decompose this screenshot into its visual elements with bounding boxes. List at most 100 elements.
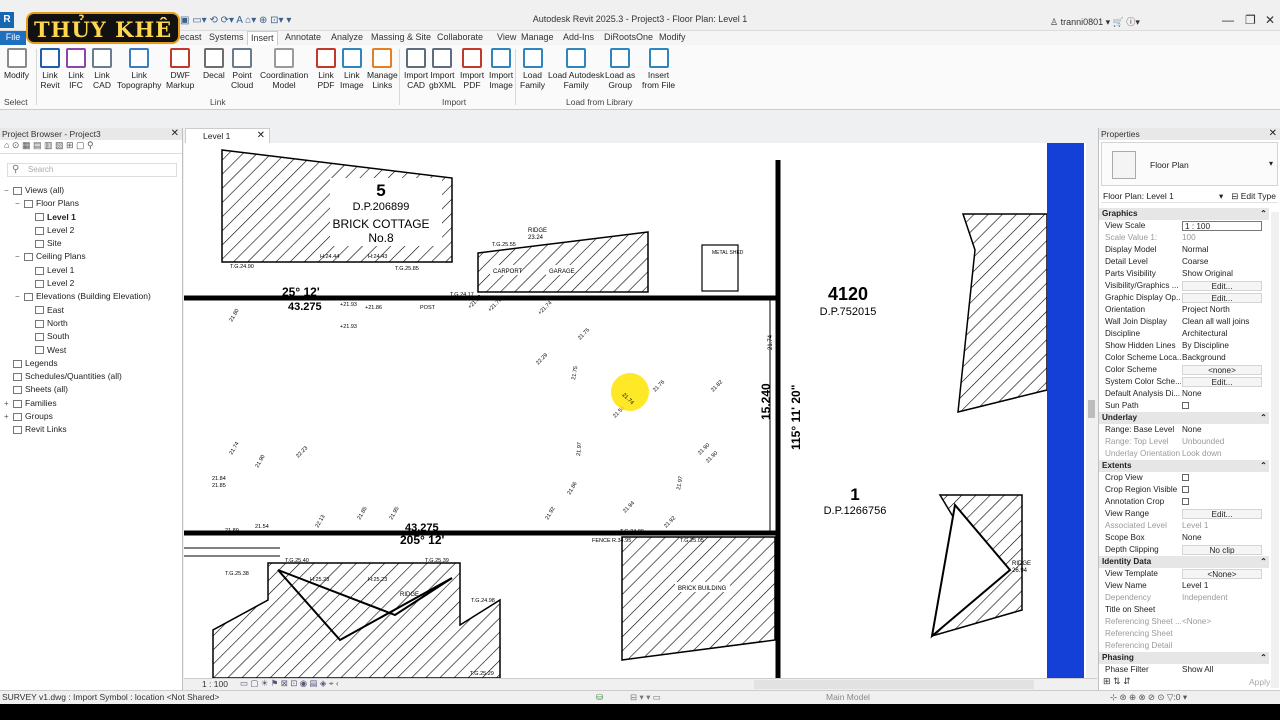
load-autodesk-family-button[interactable]: Load Autodesk Family — [548, 48, 604, 90]
drawing-canvas[interactable]: 5 D.P.206899 BRICK COTTAGE No.8 RIDGE 23… — [184, 143, 1097, 678]
browser-search-input[interactable]: Search — [7, 163, 177, 177]
workset-icon[interactable]: ⛁ — [596, 691, 603, 704]
prop-value[interactable]: 1 : 100 — [1182, 221, 1262, 231]
checkbox[interactable] — [1182, 486, 1189, 493]
prop-button[interactable]: <None> — [1182, 569, 1262, 579]
collapse-icon[interactable]: ⌃ — [1260, 412, 1267, 424]
prop-value[interactable]: Coarse — [1182, 256, 1262, 268]
tree-item-level-2[interactable]: Level 2 — [0, 224, 182, 237]
decal-button[interactable]: Decal — [203, 48, 225, 80]
collapse-icon[interactable]: ⌃ — [1260, 208, 1267, 220]
link-pdf-button[interactable]: Link PDF — [316, 48, 336, 90]
horizontal-scrollbar[interactable] — [754, 680, 1034, 689]
collapse-icon[interactable]: − — [4, 184, 13, 197]
tree-item-elevations-building-elevation-[interactable]: − Elevations (Building Elevation) — [0, 290, 182, 303]
prop-value[interactable]: Show All — [1182, 664, 1262, 676]
tab-analyze[interactable]: Analyze — [328, 31, 366, 45]
restore-icon[interactable]: ❐ — [1245, 13, 1256, 27]
properties-scrollbar[interactable] — [1271, 212, 1279, 688]
prop-value[interactable]: By Discipline — [1182, 340, 1262, 352]
checkbox[interactable] — [1182, 402, 1189, 409]
checkbox[interactable] — [1182, 498, 1189, 505]
properties-tools[interactable]: ⊞ ⇅ ⇵ — [1103, 676, 1131, 687]
tree-item-legends[interactable]: Legends — [0, 357, 182, 370]
tree-item-sheets-all-[interactable]: Sheets (all) — [0, 383, 182, 396]
tree-item-site[interactable]: Site — [0, 237, 182, 250]
tree-item-west[interactable]: West — [0, 344, 182, 357]
manage-links-button[interactable]: Manage Links — [367, 48, 398, 90]
expand-icon[interactable]: + — [4, 410, 13, 423]
tab-add-ins[interactable]: Add-Ins — [560, 31, 597, 45]
tree-item-level-1[interactable]: Level 1 — [0, 211, 182, 224]
collapse-icon[interactable]: − — [15, 250, 24, 263]
tree-item-groups[interactable]: + Groups — [0, 410, 182, 423]
tree-item-level-2[interactable]: Level 2 — [0, 277, 182, 290]
view-controls[interactable]: ▭ ▢ ☀ ⚑ ⊠ ⊡ ◉ ▤ ◈ ⌖ ‹ — [240, 678, 339, 689]
close-icon[interactable]: ✕ — [257, 129, 265, 143]
prop-button[interactable]: <none> — [1182, 365, 1262, 375]
prop-value[interactable]: Project North — [1182, 304, 1262, 316]
scroll-thumb[interactable] — [1088, 400, 1095, 418]
tree-item-east[interactable]: East — [0, 304, 182, 317]
checkbox[interactable] — [1182, 474, 1189, 481]
tab-collaborate[interactable]: Collaborate — [434, 31, 486, 45]
prop-checkbox[interactable] — [1182, 400, 1262, 412]
tab-systems[interactable]: Systems — [206, 31, 247, 45]
group-underlay[interactable]: Underlay ⌃ — [1099, 412, 1269, 424]
tree-item-level-1[interactable]: Level 1 — [0, 264, 182, 277]
link-cad-button[interactable]: Link CAD — [92, 48, 112, 90]
prop-value[interactable]: Show Original — [1182, 268, 1262, 280]
close-icon[interactable]: ✕ — [171, 128, 179, 139]
panel-load[interactable]: Load from Library — [566, 97, 633, 107]
collapse-icon[interactable]: ⌃ — [1260, 556, 1267, 568]
status-tools[interactable]: ⊟ ▾ ▾ ▭ — [630, 691, 661, 704]
panel-select[interactable]: Select — [4, 97, 28, 107]
view-tab[interactable]: Level 1 ✕ — [185, 128, 270, 143]
prop-value[interactable]: None — [1182, 424, 1262, 436]
group-identity-data[interactable]: Identity Data ⌃ — [1099, 556, 1269, 568]
type-selector[interactable]: Floor Plan ▾ — [1101, 142, 1278, 186]
close-icon[interactable]: ✕ — [1269, 128, 1277, 139]
prop-button[interactable]: Edit... — [1182, 293, 1262, 303]
prop-checkbox[interactable] — [1182, 484, 1262, 496]
view-scale[interactable]: 1 : 100 — [202, 679, 228, 689]
prop-value[interactable]: Architectural — [1182, 328, 1262, 340]
prop-value[interactable]: Clean all wall joins — [1182, 316, 1262, 328]
tree-item-north[interactable]: North — [0, 317, 182, 330]
collapse-icon[interactable]: − — [15, 290, 24, 303]
tab-dirootsone[interactable]: DiRootsOne — [601, 31, 656, 45]
load-as-group-button[interactable]: Load as Group — [605, 48, 635, 90]
prop-value[interactable]: Background — [1182, 352, 1262, 364]
tree-item-south[interactable]: South — [0, 330, 182, 343]
collapse-icon[interactable]: ⌃ — [1260, 652, 1267, 664]
tree-item-floor-plans[interactable]: − Floor Plans — [0, 197, 182, 210]
prop-button[interactable]: Edit... — [1182, 281, 1262, 291]
coordination-model-button[interactable]: Coordination Model — [260, 48, 308, 90]
active-model[interactable]: Main Model — [826, 691, 870, 704]
instance-selector[interactable]: Floor Plan: Level 1 ▾ ⊟ Edit Type — [1101, 189, 1278, 203]
prop-checkbox[interactable] — [1182, 472, 1262, 484]
close-icon[interactable]: ✕ — [1265, 13, 1275, 27]
load-family-button[interactable]: Load Family — [520, 48, 545, 90]
tree-item-schedules-quantities-all-[interactable]: Schedules/Quantities (all) — [0, 370, 182, 383]
expand-icon[interactable]: + — [4, 397, 13, 410]
tree-item-revit-links[interactable]: Revit Links — [0, 423, 182, 436]
browser-toolbar[interactable]: ⌂ ⊙ ▦ ▤ ▥ ▧ ⊞ ▢ ⚲ — [0, 140, 182, 154]
prop-value[interactable]: Level 1 — [1182, 580, 1262, 592]
tab-view[interactable]: View — [494, 31, 519, 45]
group-phasing[interactable]: Phasing ⌃ — [1099, 652, 1269, 664]
user-account[interactable]: ♙ tranni0801 ▾ 🛒 ⓘ▾ — [1050, 15, 1140, 28]
prop-button[interactable]: Edit... — [1182, 509, 1262, 519]
panel-link[interactable]: Link — [210, 97, 226, 107]
edit-type-button[interactable]: ⊟ Edit Type — [1231, 189, 1276, 203]
prop-button[interactable]: No clip — [1182, 545, 1262, 555]
tree-item-views-all-[interactable]: − Views (all) — [0, 184, 182, 197]
insert-from-file-button[interactable]: Insert from File — [642, 48, 675, 90]
dwf-markup-button[interactable]: DWF Markup — [166, 48, 194, 90]
link-ifc-button[interactable]: Link IFC — [66, 48, 86, 90]
tab-manage[interactable]: Manage — [518, 31, 557, 45]
tab-insert[interactable]: Insert — [247, 31, 278, 45]
import-cad-button[interactable]: Import CAD — [404, 48, 428, 90]
prop-value[interactable]: Normal — [1182, 244, 1262, 256]
tab-file[interactable]: File — [0, 31, 26, 45]
